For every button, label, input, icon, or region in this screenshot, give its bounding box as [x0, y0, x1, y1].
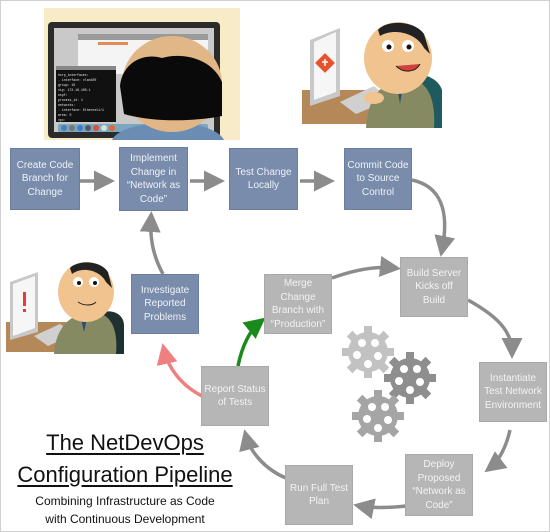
diagram-title-line2: Configuration Pipeline: [17, 462, 233, 487]
step-label: Build Server Kicks off Build: [406, 267, 462, 306]
step-label: Instantiate Test Network Environment: [484, 372, 542, 411]
step-label: Commit Code to Source Control: [347, 159, 409, 198]
diagram-subtitle-line2: with Continuous Development: [45, 512, 205, 526]
step-label: Create Code Branch for Change: [16, 159, 74, 198]
step-merge-production: Merge Change Branch with “Production”: [264, 274, 332, 334]
step-label: Implement Change in “Network as Code”: [126, 153, 181, 205]
step-label: Merge Change Branch with “Production”: [270, 278, 326, 330]
diagram-subtitle-line1: Combining Infrastructure as Code: [35, 494, 215, 508]
step-label: Report Status of Tests: [204, 383, 266, 409]
step-test-locally: Test Change Locally: [229, 148, 298, 210]
step-build-server: Build Server Kicks off Build: [400, 257, 468, 317]
diagram-title-line1: The NetDevOps: [46, 430, 204, 455]
step-investigate: Investigate Reported Problems: [131, 274, 199, 334]
step-create-branch: Create Code Branch for Change: [10, 148, 80, 210]
step-report-status: Report Status of Tests: [201, 366, 269, 426]
step-instantiate-test: Instantiate Test Network Environment: [479, 362, 547, 422]
step-run-tests: Run Full Test Plan: [285, 465, 353, 525]
step-implement-change: Implement Change in “Network as Code”: [119, 147, 188, 211]
step-label: Investigate Reported Problems: [140, 284, 190, 323]
step-label: Deploy Proposed “Network as Code”: [412, 459, 466, 511]
step-label: Run Full Test Plan: [289, 482, 349, 508]
step-label: Test Change Locally: [235, 166, 292, 192]
step-deploy-proposed: Deploy Proposed “Network as Code”: [405, 454, 473, 516]
step-commit-code: Commit Code to Source Control: [344, 148, 412, 210]
